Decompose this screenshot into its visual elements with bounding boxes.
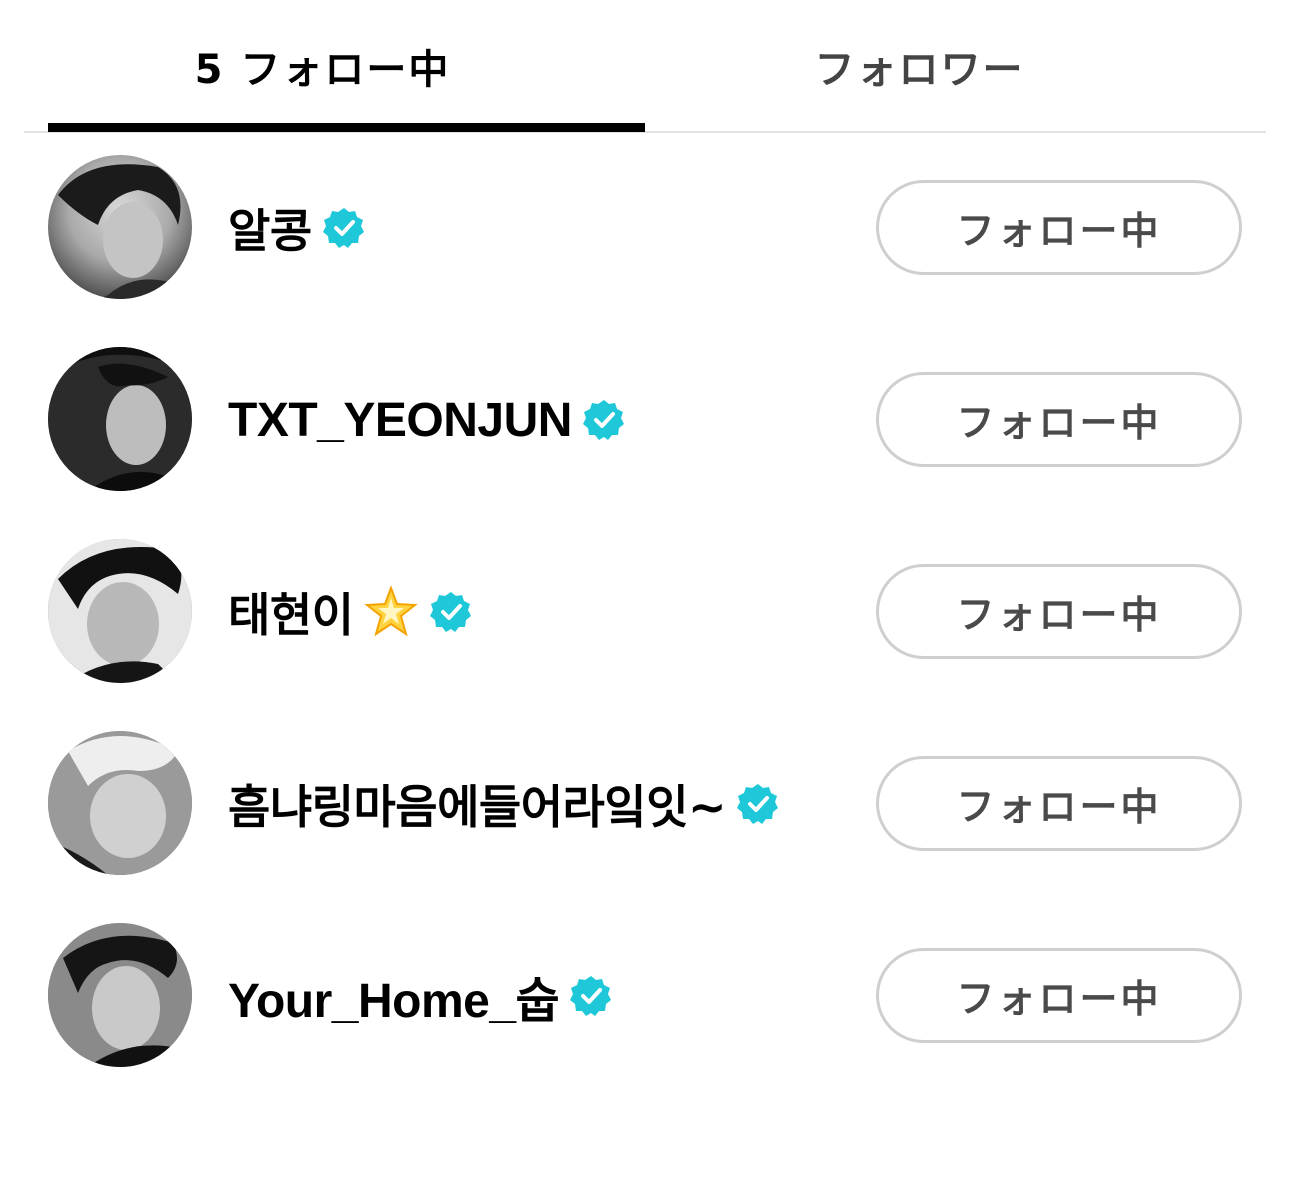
verified-badge-icon — [570, 976, 612, 1016]
list-item: 알콩 フォロー中 — [0, 132, 1290, 324]
following-button[interactable]: フォロー中 — [876, 564, 1242, 659]
avatar[interactable] — [48, 347, 192, 491]
avatar[interactable] — [48, 155, 192, 299]
user-name-group: 알콩 — [228, 132, 366, 324]
verified-badge-icon — [322, 208, 364, 248]
verified-badge-icon — [430, 592, 472, 632]
user-name-group: 흠냐링마음에들어라잌잇~ — [228, 708, 780, 900]
user-name[interactable]: TXT_YEONJUN — [228, 393, 572, 448]
following-list: 알콩 フォロー中 TXT_YEONJUN フォロー中 태현이 フォロー中 흠냐링… — [0, 132, 1290, 1092]
following-button[interactable]: フォロー中 — [876, 372, 1242, 467]
following-button[interactable]: フォロー中 — [876, 180, 1242, 275]
user-name-group: Your_Home_숩 — [228, 900, 613, 1092]
following-button[interactable]: フォロー中 — [876, 948, 1242, 1043]
avatar[interactable] — [48, 923, 192, 1067]
glowing-star-icon — [364, 585, 419, 637]
tab-following[interactable]: 5 フォロー中 — [24, 0, 621, 131]
tab-followers[interactable]: フォロワー — [621, 0, 1218, 131]
user-name[interactable]: 태현이 — [228, 579, 354, 645]
verified-badge-icon — [737, 784, 779, 824]
active-tab-indicator — [48, 123, 645, 132]
avatar[interactable] — [48, 539, 192, 683]
user-name[interactable]: 알콩 — [228, 195, 312, 261]
list-item: Your_Home_숩 フォロー中 — [0, 900, 1290, 1092]
verified-badge-icon — [582, 400, 624, 440]
list-item: 흠냐링마음에들어라잌잇~ フォロー中 — [0, 708, 1290, 900]
following-button[interactable]: フォロー中 — [876, 756, 1242, 851]
user-name[interactable]: 흠냐링마음에들어라잌잇~ — [228, 771, 727, 837]
user-name[interactable]: Your_Home_숩 — [228, 961, 560, 1031]
avatar[interactable] — [48, 731, 192, 875]
user-name-group: 태현이 — [228, 516, 473, 708]
user-name-group: TXT_YEONJUN — [228, 324, 626, 516]
list-item: TXT_YEONJUN フォロー中 — [0, 324, 1290, 516]
list-item: 태현이 フォロー中 — [0, 516, 1290, 708]
